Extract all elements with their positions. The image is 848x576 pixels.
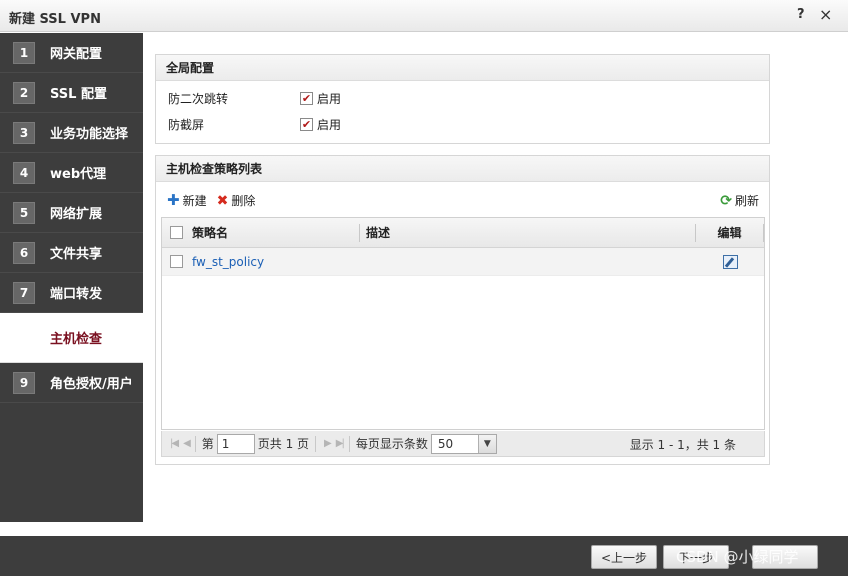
option-anti-screenshot: 防截屏 ✔ 启用 bbox=[168, 114, 341, 134]
next-page-icon[interactable]: ▶ bbox=[324, 438, 332, 449]
refresh-label: 刷新 bbox=[734, 194, 759, 208]
column-header-desc[interactable]: 描述 bbox=[360, 223, 696, 242]
refresh-icon: ⟳ bbox=[720, 192, 732, 209]
step-ssl-config[interactable]: 2 SSL 配置 bbox=[0, 73, 143, 113]
new-button[interactable]: ✚ 新建 bbox=[167, 192, 207, 209]
per-page-label: 每页显示条数 bbox=[355, 437, 428, 451]
edit-cell bbox=[696, 254, 764, 269]
chevron-down-icon: ▼ bbox=[477, 434, 496, 453]
step-number: 2 bbox=[13, 81, 35, 104]
policy-list-title: 主机检查策略列表 bbox=[156, 156, 769, 182]
global-config-panel: 全局配置 防二次跳转 ✔ 启用 防截屏 ✔ 启用 bbox=[155, 54, 770, 144]
policy-name-link[interactable]: fw_st_policy bbox=[190, 255, 360, 269]
step-port-forward[interactable]: 7 端口转发 bbox=[0, 273, 143, 313]
step-number: 6 bbox=[13, 241, 35, 264]
step-web-proxy[interactable]: 4 web代理 bbox=[0, 153, 143, 193]
edit-icon[interactable] bbox=[722, 254, 738, 269]
step-label: 端口转发 bbox=[50, 287, 103, 302]
column-header-name[interactable]: 策略名 bbox=[190, 223, 360, 242]
title-bar: 新建 SSL VPN ? × bbox=[0, 0, 848, 32]
wizard-steps: 1 网关配置 2 SSL 配置 3 业务功能选择 4 web代理 5 网络扩展 … bbox=[0, 33, 143, 522]
checkbox-label: 启用 bbox=[317, 117, 342, 132]
host-check-policy-panel: 主机检查策略列表 ✚ 新建 ✖ 删除 ⟳ 刷新 策略名 描述 编辑 fw_st_… bbox=[155, 155, 770, 465]
select-all-checkbox[interactable] bbox=[169, 226, 183, 239]
row-check-cell bbox=[162, 255, 190, 268]
page-prefix: 第 bbox=[201, 437, 214, 451]
checkbox-label: 启用 bbox=[317, 91, 342, 106]
step-label: 主机检查 bbox=[50, 332, 103, 347]
step-number: 7 bbox=[13, 281, 35, 304]
close-icon[interactable]: × bbox=[819, 5, 832, 24]
table-header: 策略名 描述 编辑 bbox=[162, 218, 764, 248]
new-label: 新建 bbox=[182, 194, 207, 208]
step-role-auth[interactable]: 9 角色授权/用户 bbox=[0, 363, 143, 403]
pager-separator bbox=[315, 435, 317, 452]
policy-table: 策略名 描述 编辑 fw_st_policy bbox=[161, 217, 765, 430]
option-label: 防二次跳转 bbox=[168, 91, 229, 106]
global-config-title: 全局配置 bbox=[156, 55, 769, 81]
option-label: 防截屏 bbox=[168, 117, 205, 132]
step-label: 角色授权/用户 bbox=[50, 377, 133, 392]
step-service-select[interactable]: 3 业务功能选择 bbox=[0, 113, 143, 153]
step-label: 文件共享 bbox=[50, 247, 103, 262]
step-number: 3 bbox=[13, 121, 35, 144]
column-header-edit: 编辑 bbox=[696, 223, 764, 242]
step-label: 网关配置 bbox=[50, 47, 103, 62]
plus-icon: ✚ bbox=[167, 191, 180, 209]
main-content: 全局配置 防二次跳转 ✔ 启用 防截屏 ✔ 启用 主机检查策略列表 ✚ 新建 ✖… bbox=[143, 33, 848, 522]
step-number: 9 bbox=[13, 371, 35, 394]
window-title: 新建 SSL VPN bbox=[9, 12, 101, 27]
step-number: 1 bbox=[13, 41, 35, 64]
table-row[interactable]: fw_st_policy bbox=[162, 248, 764, 276]
policy-toolbar: ✚ 新建 ✖ 删除 bbox=[167, 192, 255, 209]
step-label: web代理 bbox=[50, 167, 107, 182]
delete-button[interactable]: ✖ 删除 bbox=[217, 192, 256, 209]
prev-step-button[interactable]: <上一步 bbox=[591, 545, 657, 569]
prev-page-icon[interactable]: ◀ bbox=[183, 438, 191, 449]
step-gateway-config[interactable]: 1 网关配置 bbox=[0, 33, 143, 73]
per-page-select[interactable]: 50 ▼ bbox=[430, 433, 497, 454]
step-file-share[interactable]: 6 文件共享 bbox=[0, 233, 143, 273]
step-host-check[interactable]: 8 主机检查 bbox=[0, 313, 143, 363]
step-number: 8 bbox=[13, 326, 35, 349]
step-number: 5 bbox=[13, 201, 35, 224]
last-page-icon[interactable]: ▶| bbox=[336, 438, 345, 449]
pagination-bar: |◀ ◀ 第 1 页共 1 页 ▶ ▶| 每页显示条数 50 ▼ 显示 1 - … bbox=[161, 431, 765, 457]
delete-icon: ✖ bbox=[216, 192, 229, 209]
step-label: SSL 配置 bbox=[50, 87, 107, 102]
anti-screenshot-checkbox[interactable]: ✔ bbox=[300, 117, 313, 131]
pager-separator bbox=[194, 435, 196, 452]
pager-separator bbox=[348, 435, 350, 452]
anti-redirect-checkbox[interactable]: ✔ bbox=[300, 91, 313, 105]
per-page-value: 50 bbox=[437, 436, 454, 451]
select-all-cell bbox=[162, 226, 190, 239]
page-suffix: 页共 1 页 bbox=[257, 437, 310, 451]
step-label: 业务功能选择 bbox=[50, 127, 129, 142]
row-checkbox[interactable] bbox=[169, 255, 183, 268]
refresh-button[interactable]: ⟳ 刷新 bbox=[720, 192, 759, 209]
delete-label: 删除 bbox=[231, 194, 256, 208]
page-number-input[interactable]: 1 bbox=[216, 433, 255, 454]
option-anti-redirect: 防二次跳转 ✔ 启用 bbox=[168, 88, 341, 108]
step-number: 4 bbox=[13, 161, 35, 184]
watermark: CSDN @小绿同学 bbox=[676, 548, 799, 566]
help-icon[interactable]: ? bbox=[797, 7, 805, 22]
pager-info: 显示 1 - 1，共 1 条 bbox=[629, 438, 736, 452]
first-page-icon[interactable]: |◀ bbox=[170, 438, 179, 449]
step-network-extension[interactable]: 5 网络扩展 bbox=[0, 193, 143, 233]
step-label: 网络扩展 bbox=[50, 207, 103, 222]
